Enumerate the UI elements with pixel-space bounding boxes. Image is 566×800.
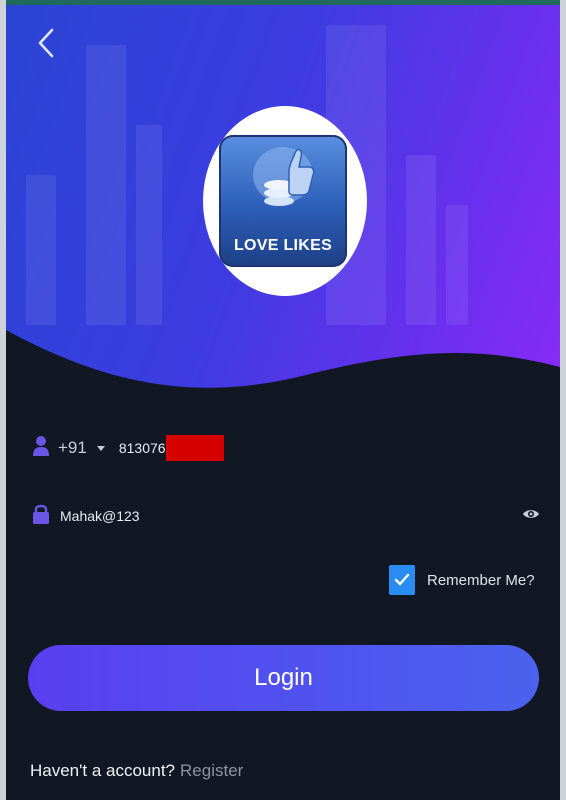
password-input[interactable]: Mahak@123 [60,508,140,524]
country-code[interactable]: +91 [58,438,87,458]
phone-number-input[interactable]: 813076 [119,440,166,456]
register-prompt: Haven't a account? Register [30,761,243,781]
redaction-bar [165,435,224,461]
remember-label: Remember Me? [427,571,535,589]
chevron-left-icon[interactable] [34,26,58,60]
user-icon [32,435,50,462]
background-building [136,125,162,325]
background-building [26,175,56,325]
phone-field[interactable]: +91 813076 [32,433,224,463]
login-button[interactable]: Login [28,645,539,711]
register-link[interactable]: Register [180,761,243,780]
logo-text: LOVE LIKES [233,237,333,254]
remember-me-option[interactable]: Remember Me? [389,565,535,595]
remember-checkbox[interactable] [389,565,415,595]
eye-icon[interactable] [522,507,540,526]
header-wave [6,330,560,405]
password-field[interactable]: Mahak@123 [32,501,540,531]
lock-icon [32,503,50,530]
check-icon [394,573,410,586]
app-logo: LOVE LIKES [219,135,347,267]
register-question: Haven't a account? [30,761,176,780]
background-building [406,155,436,325]
thumbs-up-coins-icon [253,147,315,206]
login-screen: LOVE LIKES +91 813076 Mahak@123 Remember… [6,0,560,800]
country-dropdown-icon[interactable] [96,445,105,451]
background-building [86,45,126,325]
